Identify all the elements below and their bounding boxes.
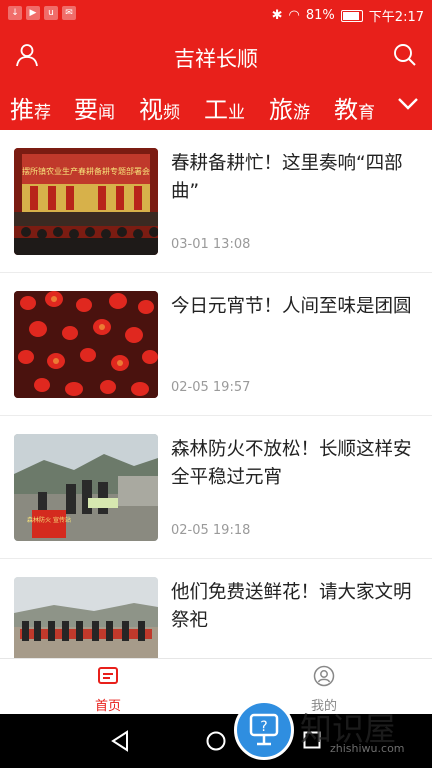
category-tabs: 推荐 要闻 视频 工业 旅游 教育	[0, 84, 432, 133]
app-header: 吉祥长顺	[0, 30, 432, 84]
nav-home-label: 首页	[94, 699, 121, 714]
news-feed[interactable]: 摆所镇农业生产春耕备耕专题部署会 春耕备耕忙！这里奏响“四部曲” 03-01 1…	[0, 130, 432, 658]
tab-education[interactable]: 教育	[334, 90, 375, 125]
app-title: 吉祥长顺	[174, 47, 258, 71]
nav-home[interactable]: 首页	[68, 665, 148, 714]
banner-text: 摆所镇农业生产春耕备耕专题部署会	[22, 166, 150, 176]
news-item[interactable]: 他们免费送鲜花！请大家文明祭祀	[0, 559, 432, 658]
news-thumbnail	[14, 577, 158, 658]
wifi-icon: ◠	[288, 8, 300, 23]
bluetooth-icon: ✱	[271, 8, 283, 23]
profile-icon	[313, 665, 335, 687]
watermark-url: zhishiwu.com	[330, 742, 405, 755]
tab-video[interactable]: 视频	[139, 90, 180, 125]
news-title[interactable]: 他们免费送鲜花！请大家文明祭祀	[171, 579, 419, 635]
home-icon	[98, 667, 118, 684]
news-date: 02-05 19:18	[171, 523, 251, 538]
fire-prevention-image: 森林防火 宣传站	[14, 434, 158, 541]
news-thumbnail: 森林防火 宣传站	[14, 434, 158, 541]
flower-event-image	[14, 577, 158, 658]
news-app-icon: u	[44, 6, 58, 20]
notification-icons: ↓ ▶ u ✉	[8, 6, 76, 20]
news-date: 03-01 13:08	[171, 237, 251, 252]
news-thumbnail: 摆所镇农业生产春耕备耕专题部署会	[14, 148, 158, 255]
news-title[interactable]: 春耕备耕忙！这里奏响“四部曲”	[171, 150, 419, 206]
news-thumbnail	[14, 291, 158, 398]
status-right: ✱ ◠ 81% 下午2:17	[272, 6, 424, 25]
news-title[interactable]: 森林防火不放松！长顺这样安全平稳过元宵	[171, 436, 419, 492]
lanterns-image	[14, 291, 158, 398]
tab-headlines[interactable]: 要闻	[74, 90, 115, 133]
question-monitor-icon: ?	[249, 713, 279, 746]
news-item[interactable]: 摆所镇农业生产春耕备耕专题部署会 春耕备耕忙！这里奏响“四部曲” 03-01 1…	[0, 130, 432, 273]
battery-percent: 81%	[305, 8, 335, 23]
video-app-icon: ▶	[26, 6, 40, 20]
news-date: 02-05 19:57	[171, 380, 251, 395]
watermark-logo: ?	[234, 700, 294, 760]
search-icon[interactable]	[392, 42, 418, 68]
status-bar: ↓ ▶ u ✉ ✱ ◠ 81% 下午2:17	[0, 0, 432, 30]
news-item[interactable]: 森林防火 宣传站 森林防火不放松！长顺这样安全平稳过元宵 02-05 19:18	[0, 416, 432, 559]
message-app-icon: ✉	[62, 6, 76, 20]
clock: 下午2:17	[368, 10, 424, 25]
battery-icon	[340, 9, 363, 22]
back-icon[interactable]	[110, 730, 130, 752]
chevron-down-icon[interactable]	[396, 94, 420, 114]
svg-text:?: ?	[260, 719, 267, 735]
sign-text: 森林防火 宣传站	[27, 516, 71, 524]
news-title[interactable]: 今日元宵节！人间至味是团圆	[171, 293, 419, 321]
tab-industry[interactable]: 工业	[204, 90, 245, 125]
meeting-hall-image: 摆所镇农业生产春耕备耕专题部署会	[14, 148, 158, 255]
tab-recommend[interactable]: 推荐	[10, 90, 51, 125]
download-icon: ↓	[8, 6, 22, 20]
tab-tourism[interactable]: 旅游	[269, 90, 310, 125]
home-button-icon[interactable]	[206, 731, 226, 751]
news-item[interactable]: 今日元宵节！人间至味是团圆 02-05 19:57	[0, 273, 432, 416]
